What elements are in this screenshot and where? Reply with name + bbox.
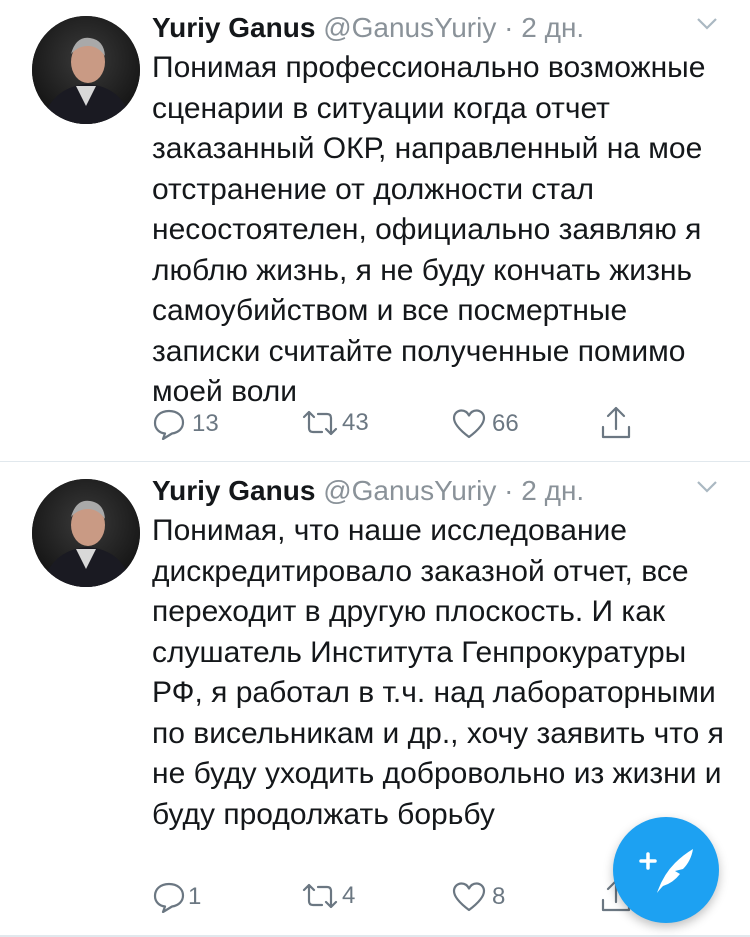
like-button[interactable]: 8	[452, 881, 505, 913]
reply-icon	[152, 408, 186, 440]
retweet-count: 4	[342, 882, 356, 909]
tweet-text: Понимая профессионально возможные сценар…	[152, 51, 706, 408]
compose-tweet-icon	[613, 849, 719, 927]
share-icon	[600, 405, 632, 441]
author-handle[interactable]: @GanusYuriy	[323, 475, 496, 506]
reply-button[interactable]: 1	[152, 881, 201, 913]
tweet-header: Yuriy Ganus @GanusYuriy · 2 дн.	[152, 471, 584, 511]
tweet-text: Понимая, что наше исследование дискредит…	[152, 514, 724, 831]
retweet-button[interactable]: 43	[300, 408, 369, 438]
chevron-down-icon[interactable]	[695, 479, 719, 495]
like-count: 8	[492, 883, 506, 910]
retweet-count: 43	[342, 409, 369, 436]
like-icon	[452, 408, 486, 440]
reply-button[interactable]: 13	[152, 408, 219, 440]
author-handle[interactable]: @GanusYuriy	[323, 12, 496, 43]
like-count: 66	[492, 410, 519, 437]
separator: ·	[504, 475, 514, 506]
retweet-button[interactable]: 4	[300, 881, 355, 911]
tweet[interactable]: Yuriy Ganus @GanusYuriy · 2 дн. Понимая …	[0, 0, 750, 462]
like-icon	[452, 881, 486, 913]
chevron-down-icon[interactable]	[695, 16, 719, 32]
avatar[interactable]	[32, 16, 140, 124]
share-button[interactable]	[600, 405, 632, 441]
author-name[interactable]: Yuriy Ganus	[152, 12, 315, 43]
tweet-divider	[0, 461, 750, 462]
timestamp[interactable]: 2 дн.	[521, 12, 584, 43]
compose-tweet-button[interactable]	[613, 817, 719, 923]
tweet-header: Yuriy Ganus @GanusYuriy · 2 дн.	[152, 8, 584, 48]
author-name[interactable]: Yuriy Ganus	[152, 475, 315, 506]
reply-icon	[152, 881, 186, 913]
reply-count: 13	[192, 410, 219, 437]
retweet-icon	[300, 881, 340, 911]
like-button[interactable]: 66	[452, 408, 519, 440]
timestamp[interactable]: 2 дн.	[521, 475, 584, 506]
retweet-icon	[300, 408, 340, 438]
avatar[interactable]	[32, 479, 140, 587]
reply-count: 1	[188, 883, 202, 910]
separator: ·	[504, 12, 514, 43]
